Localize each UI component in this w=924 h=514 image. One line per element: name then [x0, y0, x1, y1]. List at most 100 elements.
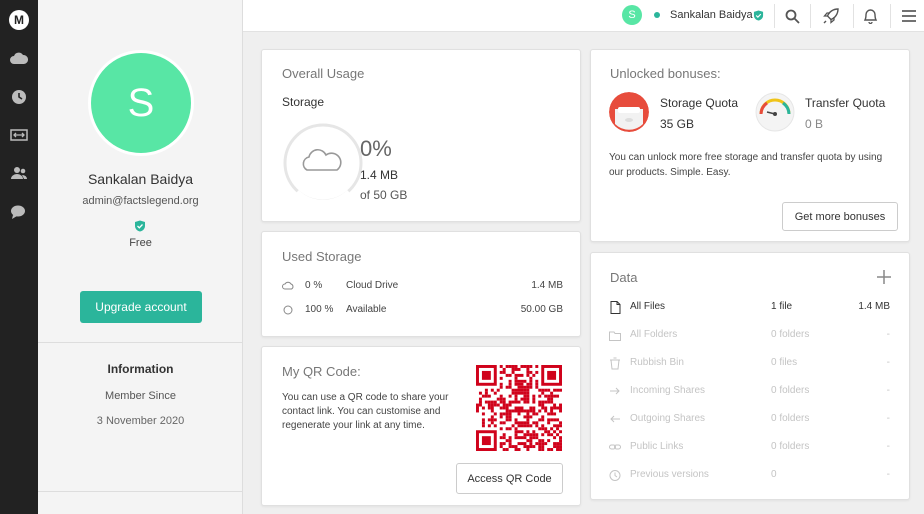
access-qr-code-button[interactable]: Access QR Code [456, 463, 563, 494]
usage-percent: 0% [360, 136, 392, 161]
storage-quota-label: Storage Quota [660, 96, 739, 110]
divider [38, 491, 243, 492]
data-row-count: 1 file [771, 301, 793, 312]
plan-label: Free [129, 237, 152, 249]
profile-name: Sankalan Baidya [87, 171, 194, 187]
profile-panel: S Sankalan Baidya admin@factslegend.org … [38, 0, 243, 514]
list-item: 100 % Available 50.00 GB [262, 302, 582, 320]
cloud-icon [282, 281, 294, 290]
topbar-avatar[interactable]: S [622, 5, 642, 25]
data-row-all-files[interactable]: All Files 1 file 1.4 MB [591, 298, 909, 318]
upgrade-account-button[interactable]: Upgrade account [80, 291, 202, 323]
transfer-quota-value: 0 B [805, 117, 824, 131]
add-icon[interactable] [877, 270, 891, 284]
data-row-all-folders[interactable]: All Folders 0 folders - [591, 326, 909, 346]
data-row-rubbish-bin[interactable]: Rubbish Bin 0 files - [591, 354, 909, 374]
cloud-drive-label: Cloud Drive [346, 280, 399, 291]
mega-logo[interactable]: M [9, 10, 29, 30]
shield-icon [135, 220, 145, 232]
cloud-icon[interactable] [10, 49, 28, 67]
data-card: Data All Files 1 file 1.4 MB All Folders 0 f… [590, 252, 910, 500]
bonuses-title: Unlocked bonuses: [610, 66, 721, 81]
transfer-quota-label: Transfer Quota [805, 96, 886, 110]
list-item: 0 % Cloud Drive 1.4 MB [262, 278, 582, 296]
used-storage-title: Used Storage [282, 249, 362, 264]
qr-code-card: My QR Code: You can use a QR code to sha… [261, 346, 581, 506]
storage-quota-icon [609, 92, 649, 132]
storage-quota-value: 35 GB [660, 117, 695, 131]
data-row-label: Outgoing Shares [630, 413, 706, 424]
chat-icon[interactable] [10, 203, 28, 221]
data-row-size: 1.4 MB [858, 301, 890, 312]
data-row-public-links[interactable]: Public Links 0 folders - [591, 438, 909, 458]
avatar-letter: S [91, 53, 191, 153]
data-row-count: 0 [771, 469, 777, 480]
folder-icon [609, 331, 621, 341]
cloud-drive-percent: 0 % [305, 280, 323, 291]
clock-icon[interactable] [10, 88, 28, 106]
qr-description: You can use a QR code to share your cont… [282, 392, 449, 431]
usage-used: 1.4 MB [360, 168, 399, 182]
history-icon [609, 470, 621, 481]
divider [853, 4, 854, 28]
divider [890, 4, 891, 28]
get-more-bonuses-button[interactable]: Get more bonuses [782, 202, 898, 231]
member-since-label: Member Since [105, 390, 176, 402]
member-since-date: 3 November 2020 [96, 415, 185, 427]
shield-icon [753, 10, 764, 21]
available-label: Available [346, 304, 387, 315]
incoming-icon [610, 387, 620, 395]
qr-title: My QR Code: [282, 364, 361, 379]
data-row-size: - [886, 329, 890, 340]
data-row-size: - [886, 385, 890, 396]
data-row-outgoing-shares[interactable]: Outgoing Shares 0 folders - [591, 410, 909, 430]
topbar-user-name[interactable]: Sankalan Baidya [670, 9, 753, 21]
available-value: 50.00 GB [520, 304, 563, 315]
circle-icon [283, 305, 293, 315]
data-row-label: Rubbish Bin [630, 357, 684, 368]
qr-code-image [476, 365, 562, 451]
data-title: Data [610, 270, 638, 285]
data-row-size: - [886, 469, 890, 480]
online-status-dot [654, 12, 660, 18]
divider [810, 4, 811, 28]
bonuses-description: You can unlock more free storage and tra… [609, 152, 883, 178]
transfer-quota-icon [755, 92, 795, 132]
cloud-drive-value: 1.4 MB [531, 280, 563, 291]
data-row-label: All Files [630, 301, 666, 312]
data-row-label: Public Links [630, 441, 684, 452]
data-row-previous-versions[interactable]: Previous versions 0 - [591, 466, 909, 486]
rocket-icon[interactable] [822, 7, 840, 25]
bell-icon[interactable] [861, 7, 879, 25]
menu-icon[interactable] [900, 7, 918, 25]
data-row-size: - [886, 441, 890, 452]
overall-usage-card: Overall Usage Storage 0% 1.4 MB of 50 GB [261, 49, 581, 222]
top-bar: S Sankalan Baidya [243, 0, 924, 32]
contacts-icon[interactable] [10, 164, 28, 182]
usage-total: of 50 GB [360, 188, 408, 202]
profile-email: admin@factslegend.org [82, 195, 199, 207]
data-row-label: Previous versions [630, 469, 709, 480]
data-row-incoming-shares[interactable]: Incoming Shares 0 folders - [591, 382, 909, 402]
data-row-count: 0 folders [771, 329, 810, 340]
divider [774, 4, 775, 28]
unlocked-bonuses-card: Unlocked bonuses: Storage Quota 35 GB Tr… [590, 49, 910, 242]
used-storage-card: Used Storage 0 % Cloud Drive 1.4 MB 100 … [261, 231, 581, 337]
available-percent: 100 % [305, 304, 334, 315]
overall-usage-title: Overall Usage [282, 66, 365, 81]
cloud-icon [302, 149, 342, 171]
data-row-count: 0 folders [771, 385, 810, 396]
divider [38, 342, 243, 343]
file-icon [610, 301, 621, 314]
outgoing-icon [610, 415, 620, 423]
data-row-label: All Folders [630, 329, 678, 340]
nav-rail: M [0, 0, 38, 514]
information-heading: Information [107, 362, 174, 376]
avatar[interactable]: S [88, 50, 194, 156]
storage-subtitle: Storage [282, 95, 325, 109]
transfer-icon[interactable] [10, 126, 28, 144]
search-icon[interactable] [783, 7, 801, 25]
data-row-size: - [886, 413, 890, 424]
data-row-count: 0 files [771, 357, 798, 368]
data-row-count: 0 folders [771, 441, 810, 452]
